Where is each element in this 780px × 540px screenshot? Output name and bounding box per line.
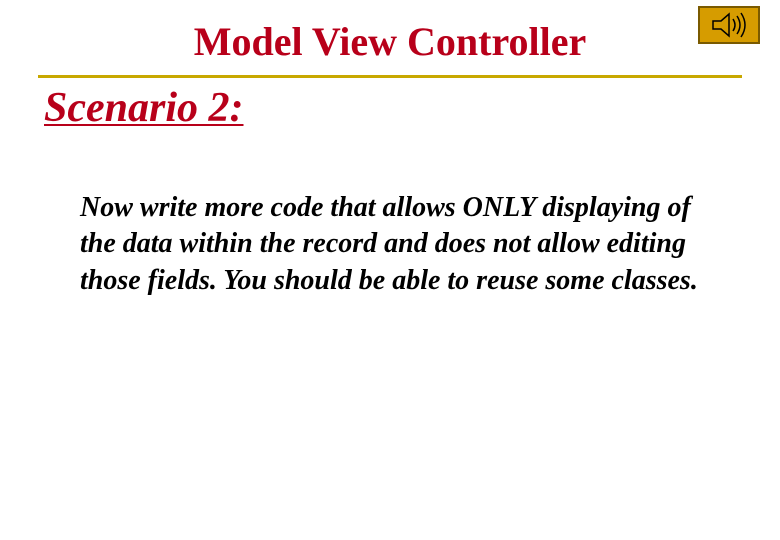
slide-title: Model View Controller bbox=[40, 0, 740, 65]
slide-subtitle: Scenario 2: bbox=[44, 84, 780, 132]
speaker-icon bbox=[698, 6, 760, 44]
slide: Model View Controller Scenario 2: Now wr… bbox=[0, 0, 780, 540]
divider-line bbox=[38, 75, 742, 78]
slide-body-text: Now write more code that allows ONLY dis… bbox=[80, 190, 700, 299]
